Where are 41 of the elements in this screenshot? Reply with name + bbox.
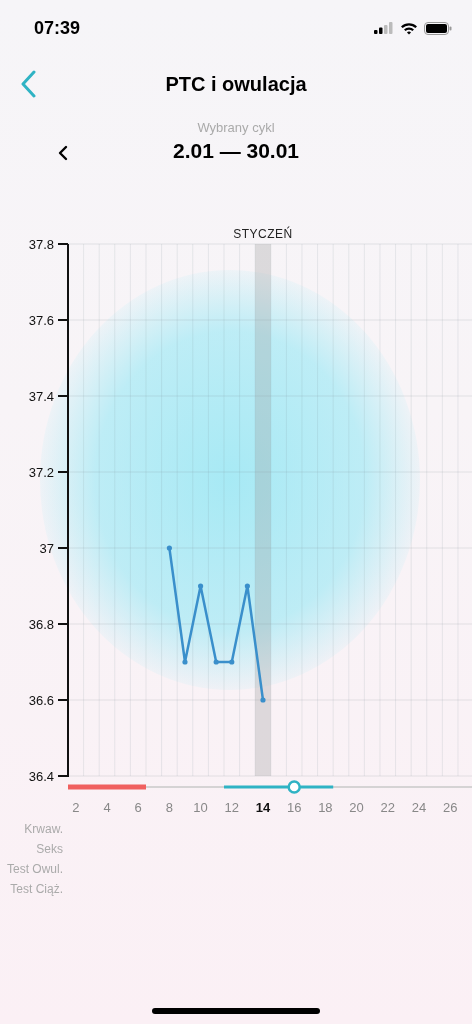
legend-label: Test Ciąż. — [10, 881, 63, 897]
temperature-point — [198, 583, 204, 589]
y-axis-label: 37 — [39, 541, 54, 556]
previous-cycle-icon[interactable] — [58, 145, 68, 161]
month-label: STYCZEŃ — [233, 227, 293, 241]
y-axis-label: 36.4 — [28, 769, 54, 784]
legend-label: Test Owul. — [7, 861, 63, 877]
x-axis-label: 6 — [134, 800, 142, 815]
x-axis-label: 8 — [165, 800, 173, 815]
y-axis-label: 37.6 — [28, 313, 54, 328]
temperature-point — [213, 659, 219, 665]
screen-title: PTC i owulacja — [165, 72, 307, 96]
temperature-point — [260, 697, 266, 703]
temperature-point — [229, 659, 235, 665]
y-axis-label: 36.8 — [28, 617, 54, 632]
y-axis-label: 36.6 — [28, 693, 54, 708]
x-axis-label: 4 — [103, 800, 111, 815]
cycle-caption: Wybrany cykl — [197, 120, 275, 135]
x-axis-label: 14 — [255, 800, 271, 815]
cycle-range: 2.01 — 30.01 — [172, 139, 300, 163]
x-axis-label: 18 — [318, 800, 333, 815]
y-axis-label: 37.4 — [28, 389, 54, 404]
x-axis-label: 10 — [193, 800, 208, 815]
x-axis-label: 12 — [224, 800, 239, 815]
x-axis-label: 20 — [349, 800, 364, 815]
legend-label: Krwaw. — [24, 821, 63, 837]
x-axis-label: 2 — [72, 800, 80, 815]
y-axis-label: 37.2 — [28, 465, 54, 480]
x-axis-label: 16 — [286, 800, 302, 815]
x-axis-label: 22 — [380, 800, 395, 815]
x-axis-label: 24 — [411, 800, 427, 815]
temperature-point — [244, 583, 250, 589]
legend-label: Seks — [36, 841, 63, 857]
y-axis-label: 37.8 — [28, 237, 54, 252]
status-time: 07:39 — [34, 17, 81, 39]
temperature-point — [182, 659, 188, 665]
wifi-icon — [400, 21, 418, 35]
temperature-point — [166, 545, 172, 551]
x-axis-label: 26 — [442, 800, 458, 815]
signal-icon — [374, 22, 394, 34]
battery-icon — [424, 21, 452, 35]
